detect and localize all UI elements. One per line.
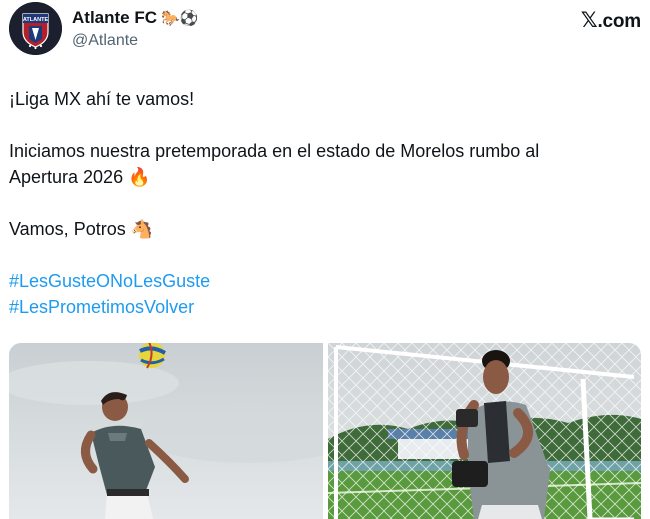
goalkeeper-training-photo[interactable] (328, 343, 641, 519)
post-line-2: Iniciamos nuestra pretemporada en el est… (9, 141, 540, 161)
post-line-1: ¡Liga MX ahí te vamos! (9, 89, 195, 109)
display-name-text[interactable]: Atlante FC (72, 8, 157, 28)
atlante-avatar[interactable]: ATLANTE (9, 2, 62, 55)
post-text: ¡Liga MX ahí te vamos! Iniciamos nuestra… (9, 86, 609, 320)
post-media (9, 343, 641, 519)
svg-text:ATLANTE: ATLANTE (23, 17, 49, 23)
post-header: ATLANTE Atlante FC 🐎⚽ @Atlante 𝕏.com (9, 2, 641, 56)
post-line-4: Vamos, Potros 🐴 (9, 219, 154, 239)
hashtag-link[interactable]: #LesGusteONoLesGuste (9, 268, 609, 294)
post-line-3: Apertura 2026 🔥 (9, 167, 151, 187)
hashtag-link[interactable]: #LesPrometimosVolver (9, 294, 609, 320)
player-heading-ball-photo[interactable] (9, 343, 323, 519)
horse-soccer-ball-icon: 🐎⚽ (161, 9, 199, 27)
atlante-crest-icon: ATLANTE (9, 2, 62, 55)
author-display-name[interactable]: Atlante FC 🐎⚽ (72, 8, 198, 28)
x-logo-icon: 𝕏 (580, 8, 598, 32)
platform-domain-text: .com (597, 11, 641, 32)
x-platform-logo[interactable]: 𝕏.com (581, 8, 641, 33)
author-names: Atlante FC 🐎⚽ @Atlante (72, 8, 198, 51)
author-handle[interactable]: @Atlante (72, 31, 198, 51)
